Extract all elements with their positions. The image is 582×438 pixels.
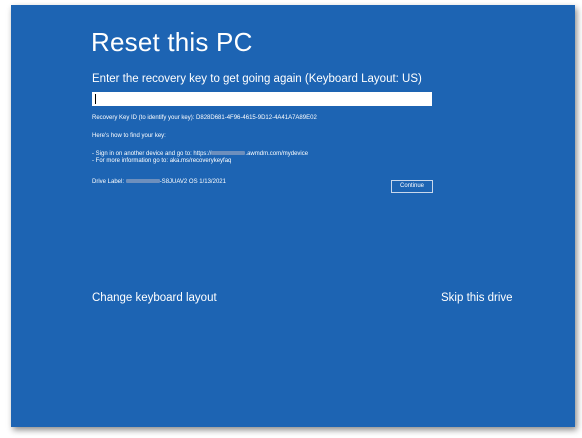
recovery-key-id: Recovery Key ID (to identify your key): …	[92, 115, 317, 121]
text-caret	[95, 94, 96, 104]
instruction-sign-in: - Sign in on another device and go to: h…	[92, 151, 308, 158]
recovery-key-input[interactable]	[92, 92, 432, 106]
drive-label-prefix: Drive Label:	[92, 179, 126, 185]
instruction-more-info: - For more information go to: aka.ms/rec…	[92, 158, 232, 164]
page-title: Reset this PC	[91, 27, 253, 57]
how-to-find-heading: Here's how to find your key:	[92, 133, 166, 139]
instruction-sign-in-prefix: - Sign in on another device and go to: h…	[92, 151, 212, 157]
recovery-screen: Reset this PC Enter the recovery key to …	[11, 5, 575, 427]
skip-this-drive-link[interactable]: Skip this drive	[441, 292, 513, 304]
drive-label-suffix: -S8JUAV2 OS 1/13/2021	[159, 179, 226, 185]
change-keyboard-layout-link[interactable]: Change keyboard layout	[92, 292, 217, 304]
redacted-text	[211, 151, 246, 156]
instruction-sign-in-suffix: .awmdm.com/mydevice	[245, 151, 309, 157]
window-frame: Reset this PC Enter the recovery key to …	[0, 0, 582, 438]
drive-label: Drive Label: -S8JUAV2 OS 1/13/2021	[92, 179, 226, 186]
redacted-text	[125, 179, 160, 184]
continue-button[interactable]: Continue	[391, 180, 433, 193]
recovery-prompt: Enter the recovery key to get going agai…	[92, 73, 422, 85]
